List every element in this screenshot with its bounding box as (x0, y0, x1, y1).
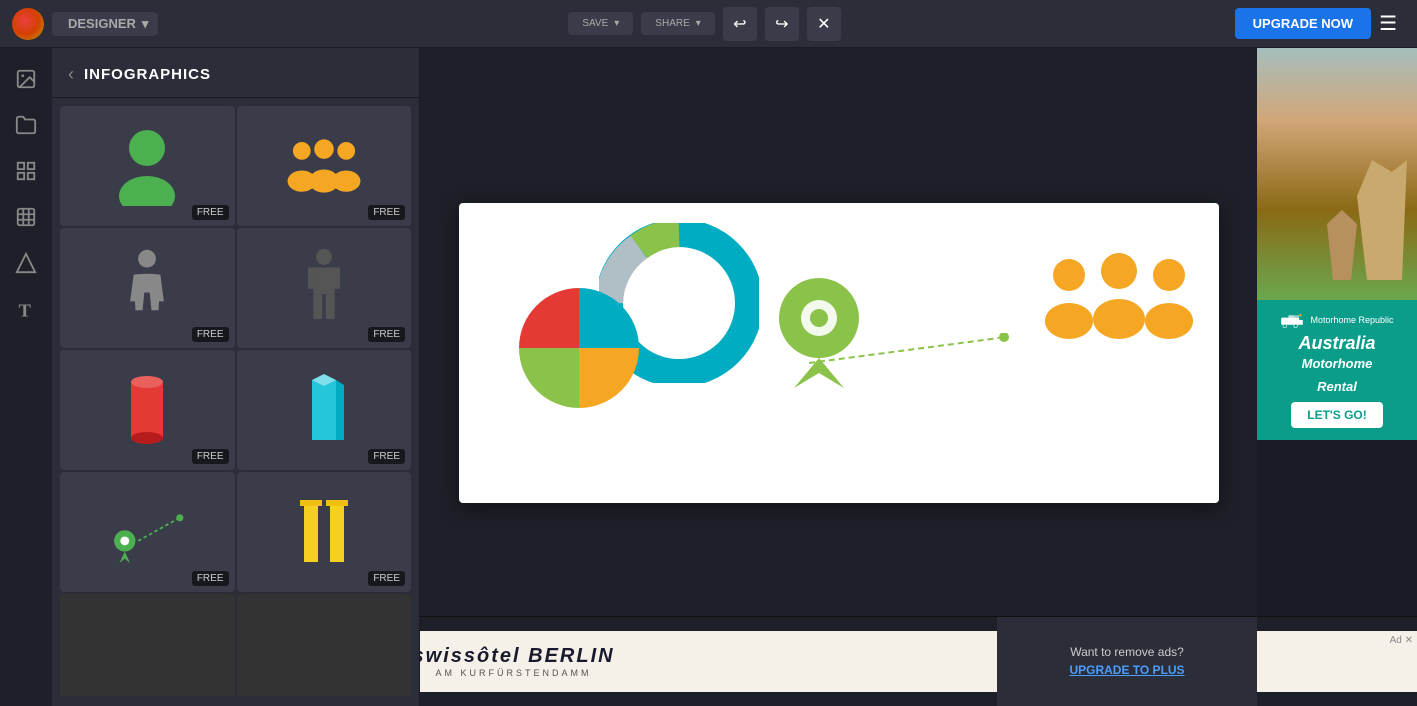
close-button[interactable]: ✕ (807, 7, 841, 41)
free-badge: FREE (192, 449, 229, 464)
list-item[interactable]: FREE (237, 350, 412, 470)
list-item[interactable] (60, 594, 235, 696)
main-canvas-area (420, 48, 1257, 658)
brand-button[interactable]: DESIGNER ▾ (52, 12, 158, 36)
swissotel-logo: swissôtel BERLIN AM KURFÜRSTENDAMM (413, 645, 615, 678)
list-item[interactable] (237, 594, 412, 696)
hotel-sub: AM KURFÜRSTENDAMM (413, 668, 615, 678)
free-badge: FREE (368, 205, 405, 220)
upgrade-button[interactable]: UPGRADE NOW (1235, 8, 1371, 39)
brand-caret: ▾ (142, 16, 149, 32)
sidebar-item-shapes[interactable] (7, 244, 45, 282)
list-item[interactable]: FREE (60, 472, 235, 592)
topbar: DESIGNER ▾ SAVE ▾ SHARE ▾ ↩ ↪ ✕ UPGRADE … (0, 0, 1417, 48)
ad-australia-label: Australia (1267, 334, 1407, 354)
list-item[interactable]: FREE (237, 228, 412, 348)
ad-right-sidebar: ✕ Motorhome Republic Australia Motorhome… (1257, 0, 1417, 706)
panel-header: ‹ INFOGRAPHICS (52, 48, 419, 98)
app-logo (12, 8, 44, 40)
ad-rock-shape (1357, 160, 1407, 280)
free-badge: FREE (192, 327, 229, 342)
dashed-connector (799, 333, 999, 363)
ad-rental-label: Rental (1267, 379, 1407, 394)
ad-rock2-shape (1327, 210, 1357, 280)
menu-icon: ☰ (1379, 13, 1397, 35)
free-badge: FREE (368, 571, 405, 586)
share-label: SHARE (655, 18, 689, 29)
canvas[interactable] (459, 203, 1219, 503)
save-label: SAVE (582, 18, 608, 29)
upgrade-label: UPGRADE NOW (1253, 16, 1353, 31)
ad-cta-button[interactable]: LET'S GO! (1291, 402, 1383, 428)
menu-button[interactable]: ☰ (1371, 7, 1405, 40)
sidebar-item-text[interactable]: T (7, 290, 45, 328)
save-button[interactable]: SAVE ▾ (568, 12, 633, 35)
panel-back-button[interactable]: ‹ (68, 64, 74, 85)
ad-logo-area: Motorhome Republic Australia Motorhome R… (1257, 300, 1417, 440)
share-button[interactable]: SHARE ▾ (641, 12, 714, 35)
redo-button[interactable]: ↪ (765, 7, 799, 41)
free-badge: FREE (368, 449, 405, 464)
share-caret: ▾ (696, 18, 701, 29)
undo-button[interactable]: ↩ (723, 7, 757, 41)
back-icon: ‹ (68, 64, 74, 84)
pie-chart[interactable] (514, 283, 644, 413)
infographics-panel: ‹ INFOGRAPHICS FREE FREE (52, 48, 420, 706)
close-icon: ✕ (817, 14, 830, 34)
ad-motorhome-label2: Motorhome (1267, 356, 1407, 371)
hotel-name: swissôtel BERLIN (413, 645, 615, 668)
motorhome-brand: Motorhome Republic (1310, 315, 1393, 325)
free-badge: FREE (368, 327, 405, 342)
ad-cta-label: LET'S GO! (1307, 408, 1367, 422)
list-item[interactable]: FREE (60, 106, 235, 226)
redo-icon: ↪ (775, 14, 788, 34)
free-badge: FREE (192, 571, 229, 586)
left-sidebar: T (0, 48, 52, 706)
undo-icon: ↩ (733, 14, 746, 34)
free-badge: FREE (192, 205, 229, 220)
brand-label: DESIGNER (68, 16, 136, 31)
canvas-content (459, 203, 1219, 503)
panel-items-grid: FREE FREE FREE (52, 98, 419, 696)
sidebar-item-grid[interactable] (7, 198, 45, 236)
list-item[interactable]: FREE (60, 350, 235, 470)
upgrade-to-plus-link[interactable]: UPGRADE TO PLUS (1069, 663, 1184, 677)
people-group-canvas[interactable] (1039, 253, 1189, 353)
panel-title: INFOGRAPHICS (84, 66, 211, 83)
sidebar-item-layout[interactable] (7, 152, 45, 190)
save-caret: ▾ (614, 18, 619, 29)
list-item[interactable]: FREE (237, 472, 412, 592)
remove-ads-text: Want to remove ads? (1070, 645, 1184, 659)
list-item[interactable]: FREE (237, 106, 412, 226)
sidebar-item-folder[interactable] (7, 106, 45, 144)
sidebar-item-image[interactable] (7, 60, 45, 98)
list-item[interactable]: FREE (60, 228, 235, 348)
ad-motorhome-label: Motorhome Republic (1267, 312, 1407, 328)
svg-text:T: T (19, 300, 31, 320)
ad-badge-button[interactable]: Ad ✕ (1390, 635, 1413, 646)
remove-ads-bar: Want to remove ads? UPGRADE TO PLUS (997, 616, 1257, 706)
topbar-center: SAVE ▾ SHARE ▾ ↩ ↪ ✕ (174, 7, 1234, 41)
